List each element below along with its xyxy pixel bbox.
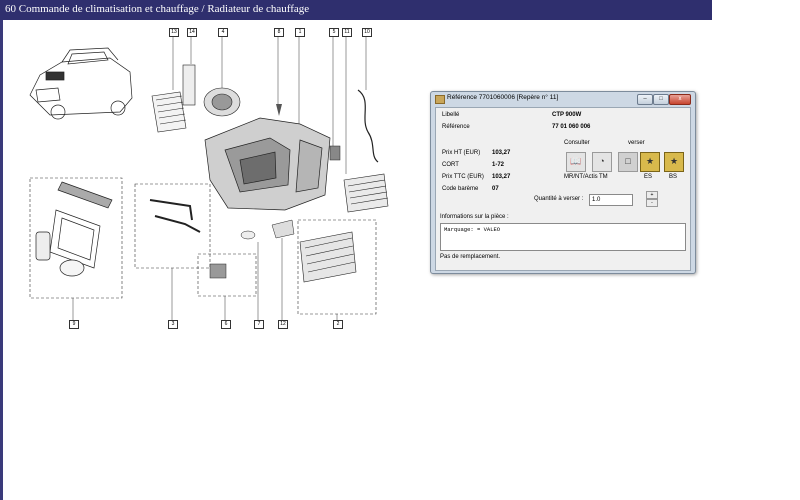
- dialog-title-bar[interactable]: Référence 7701060006 [Repère n° 11] – □ …: [431, 92, 695, 106]
- resistor-part: [209, 263, 227, 279]
- top-title-bar: 60 Commande de climatisation et chauffag…: [0, 0, 712, 20]
- group-box-6: [197, 253, 257, 297]
- status-text: Pas de remplacement.: [440, 254, 501, 260]
- disabled-tool-button[interactable]: □: [618, 152, 638, 172]
- clip-part: [240, 230, 256, 240]
- app-icon: [435, 95, 445, 104]
- prix-ttc-value: 103,27: [492, 174, 511, 180]
- small-filter-part: [182, 64, 196, 106]
- callout-9[interactable]: 9: [69, 320, 79, 329]
- verser-header: verser: [628, 140, 645, 146]
- page-title: 60 Commande de climatisation et chauffag…: [5, 3, 310, 15]
- close-button[interactable]: x: [669, 94, 691, 105]
- heater-housing-part: [204, 117, 331, 211]
- bracket-part: [271, 219, 295, 239]
- prix-ht-value: 103,27: [492, 150, 511, 156]
- quantity-input[interactable]: 1.0: [589, 194, 633, 206]
- heating-radiator-part: [299, 231, 357, 283]
- callout-3[interactable]: 3: [168, 320, 178, 329]
- callout-8[interactable]: 8: [274, 28, 284, 37]
- es-icon: ★: [645, 156, 655, 166]
- consulter-header: Consulter: [564, 140, 590, 146]
- dialog-body: Libellé CTP 900W Référence 77 01 060 006…: [435, 107, 691, 271]
- info-textarea[interactable]: Marquage: = VALEO: [440, 223, 686, 251]
- maximize-button[interactable]: □: [653, 94, 669, 105]
- pollen-filter-part: [151, 91, 187, 133]
- blower-motor-part: [203, 87, 241, 117]
- reference-dialog: Référence 7701060006 [Repère n° 11] – □ …: [430, 91, 696, 274]
- callout-10[interactable]: 10: [362, 28, 372, 37]
- callout-2[interactable]: 2: [333, 320, 343, 329]
- es-button[interactable]: ★: [640, 152, 660, 172]
- libelle-label: Libellé: [442, 112, 460, 118]
- tm-button[interactable]: ◔: [592, 152, 612, 172]
- cort-label: CORT: [442, 162, 459, 168]
- callout-4[interactable]: 4: [218, 28, 228, 37]
- mr-nt-actis-button[interactable]: 📖: [566, 152, 586, 172]
- exploded-parts-diagram: [0, 20, 420, 340]
- callout-13[interactable]: 13: [169, 28, 179, 37]
- quantity-label: Quantité à verser :: [534, 196, 584, 202]
- screw-part: [276, 104, 282, 116]
- prix-ttc-label: Prix TTC (EUR): [442, 174, 484, 180]
- callout-11[interactable]: 11: [342, 28, 352, 37]
- sensor-part: [329, 145, 341, 161]
- callout-14[interactable]: 14: [187, 28, 197, 37]
- group-box-3: [134, 183, 211, 269]
- info-label: Informations sur la pièce :: [440, 214, 509, 220]
- bs-button[interactable]: ★: [664, 152, 684, 172]
- info-text: Marquage: = VALEO: [444, 226, 501, 233]
- callout-12[interactable]: 12: [278, 320, 288, 329]
- car-illustration: [29, 47, 133, 120]
- callout-5[interactable]: 5: [329, 28, 339, 37]
- tm-label: TM: [599, 174, 608, 180]
- callout-6[interactable]: 6: [221, 320, 231, 329]
- ptc-heater-part: [343, 173, 389, 213]
- libelle-value: CTP 900W: [552, 112, 582, 118]
- seal-parts: [35, 181, 113, 277]
- quantity-decrement-button[interactable]: -: [646, 199, 658, 207]
- cort-value: 1-72: [492, 162, 505, 168]
- prix-ht-label: Prix HT (EUR): [442, 150, 481, 156]
- reference-label: Référence: [442, 124, 470, 130]
- callout-1[interactable]: 1: [295, 28, 305, 37]
- mr-nt-actis-label: MR/NT/Actis: [564, 174, 598, 180]
- quantity-increment-button[interactable]: +: [646, 191, 658, 199]
- es-label: ES: [644, 174, 653, 180]
- dialog-title: Référence 7701060006 [Repère n° 11]: [447, 94, 559, 101]
- reference-value: 77 01 060 006: [552, 124, 591, 130]
- minimize-button[interactable]: –: [637, 94, 653, 105]
- code-bareme-value: 07: [492, 186, 499, 192]
- document-icon: □: [625, 156, 631, 166]
- bs-icon: ★: [669, 156, 679, 166]
- bs-label: BS: [669, 174, 678, 180]
- code-bareme-label: Code barème: [442, 186, 479, 192]
- pipe-parts: [149, 199, 201, 233]
- book-icon: 📖: [570, 156, 582, 166]
- callout-7[interactable]: 7: [254, 320, 264, 329]
- gauge-icon: ◔: [599, 156, 605, 166]
- wiring-harness-part: [357, 89, 379, 163]
